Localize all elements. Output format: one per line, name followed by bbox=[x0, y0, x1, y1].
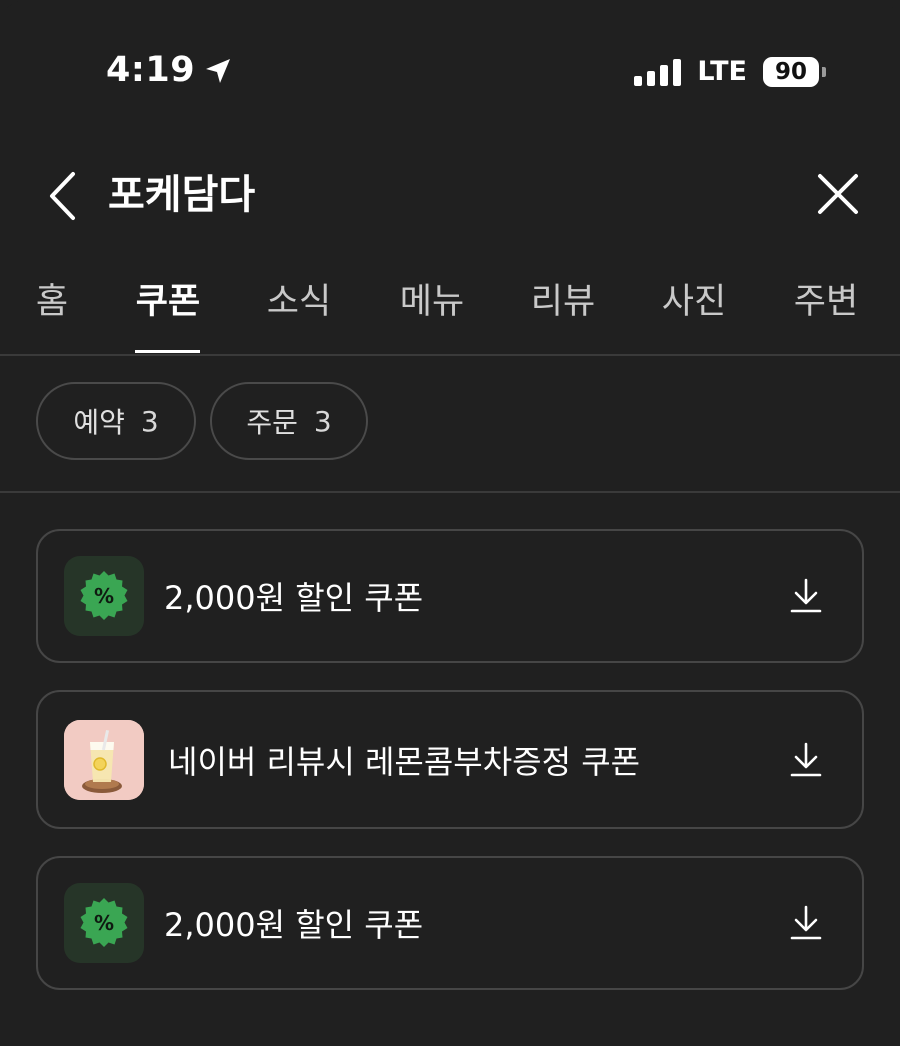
network-type: LTE bbox=[697, 56, 747, 87]
tab-photo[interactable]: 사진 bbox=[662, 280, 726, 324]
tab-coupon[interactable]: 쿠폰 bbox=[136, 280, 200, 324]
close-icon bbox=[818, 174, 858, 214]
tab-bar: 홈 쿠폰 소식 메뉴 리뷰 사진 주변 bbox=[0, 270, 900, 356]
status-time-text: 4:19 bbox=[106, 50, 196, 90]
page-title: 포케담다 bbox=[108, 172, 256, 218]
active-tab-indicator bbox=[135, 350, 200, 353]
svg-text:%: % bbox=[94, 911, 114, 935]
divider bbox=[0, 491, 900, 493]
download-icon bbox=[790, 578, 822, 613]
chip-label: 예약 bbox=[73, 406, 125, 439]
lemon-drink-thumbnail bbox=[64, 720, 144, 800]
status-indicators: LTE 90 bbox=[634, 56, 826, 87]
status-time: 4:19 bbox=[106, 50, 233, 90]
filter-chips: 예약 3 주문 3 bbox=[36, 382, 368, 460]
tab-review[interactable]: 리뷰 bbox=[531, 280, 595, 324]
tab-nearby[interactable]: 주변 bbox=[794, 280, 858, 324]
coupon-title: 2,000원 할인 쿠폰 bbox=[164, 906, 424, 944]
percent-badge-icon: % bbox=[64, 556, 144, 636]
tab-news[interactable]: 소식 bbox=[267, 280, 331, 324]
download-icon bbox=[790, 905, 822, 940]
chip-count: 3 bbox=[140, 404, 159, 438]
download-button[interactable] bbox=[786, 738, 826, 782]
coupon-item[interactable]: 네이버 리뷰시 레몬콤부차증정 쿠폰 bbox=[36, 690, 864, 829]
chip-count: 3 bbox=[313, 404, 332, 438]
screen: 4:19 LTE 90 포케담다 홈 쿠폰 소식 메뉴 리뷰 사진 주변 예약 … bbox=[0, 0, 900, 1046]
back-button[interactable] bbox=[40, 168, 84, 224]
download-icon bbox=[790, 742, 822, 776]
percent-badge-icon: % bbox=[64, 883, 144, 963]
coupon-title: 2,000원 할인 쿠폰 bbox=[164, 579, 424, 617]
svg-text:%: % bbox=[94, 584, 114, 608]
coupon-item[interactable]: % 2,000원 할인 쿠폰 bbox=[36, 529, 864, 663]
coupon-title: 네이버 리뷰시 레몬콤부차증정 쿠폰 bbox=[168, 742, 641, 781]
filter-chip-reservation[interactable]: 예약 3 bbox=[36, 382, 196, 460]
download-button[interactable] bbox=[786, 901, 826, 945]
signal-bars-icon bbox=[634, 58, 682, 86]
battery-icon: 90 bbox=[763, 56, 826, 87]
tab-home[interactable]: 홈 bbox=[36, 280, 68, 324]
battery-level: 90 bbox=[763, 56, 819, 87]
tab-menu[interactable]: 메뉴 bbox=[400, 280, 464, 324]
download-button[interactable] bbox=[786, 574, 826, 618]
chip-label: 주문 bbox=[246, 406, 298, 439]
close-button[interactable] bbox=[814, 170, 862, 218]
location-arrow-icon bbox=[203, 55, 233, 85]
coupon-item[interactable]: % 2,000원 할인 쿠폰 bbox=[36, 856, 864, 990]
chevron-left-icon bbox=[50, 172, 75, 220]
filter-chip-order[interactable]: 주문 3 bbox=[210, 382, 368, 460]
